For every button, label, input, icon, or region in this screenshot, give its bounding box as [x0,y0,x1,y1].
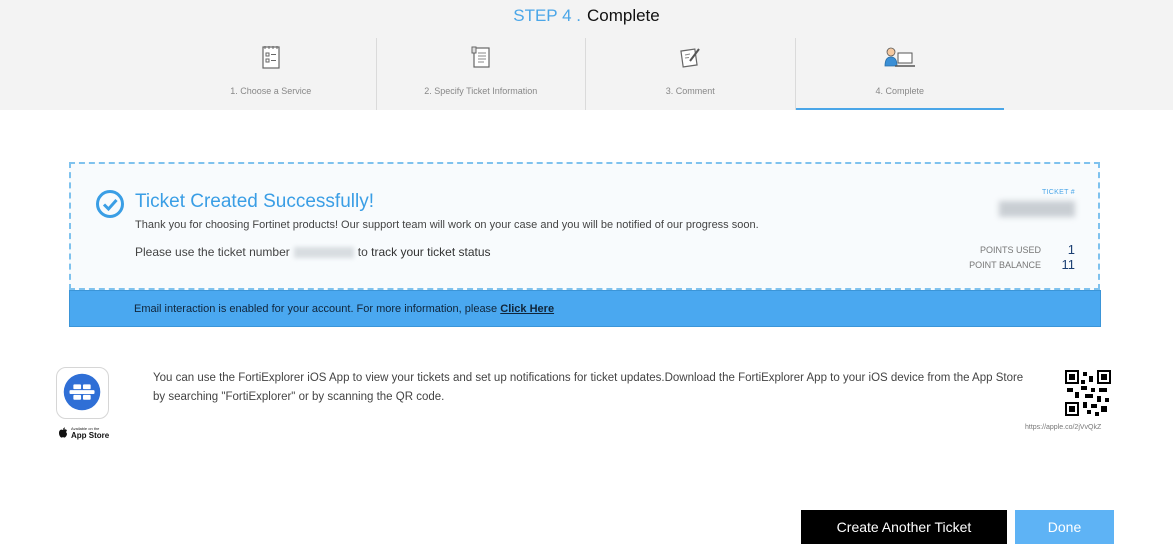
document-icon [471,46,490,68]
click-here-link[interactable]: Click Here [500,303,554,315]
points-summary: POINTS USED 1 POINT BALANCE 11 [969,242,1075,272]
apple-icon [59,427,67,438]
checklist-icon [262,46,280,69]
step-label: 3. Comment [665,86,715,96]
track-prefix: Please use the ticket number [135,245,290,259]
redacted-ticket-number [293,247,354,259]
check-circle-icon [96,190,124,218]
points-used-label: POINTS USED [979,244,1041,255]
track-ticket-link[interactable]: track your ticket status [371,245,490,259]
app-promo-text: You can use the FortiExplorer iOS App to… [153,372,1024,403]
redacted-ticket-id [999,201,1075,217]
ticket-success-panel: Ticket Created Successfully! Thank you f… [69,162,1100,290]
create-another-ticket-button[interactable]: Create Another Ticket [801,510,1007,544]
track-joiner: to [357,245,368,259]
app-store-badge[interactable]: Available on the App Store [56,424,112,442]
step-comment[interactable]: 3. Comment [585,38,795,110]
email-interaction-bar: Email interaction is enabled for your ac… [69,290,1101,327]
success-title: Ticket Created Successfully! [135,191,374,212]
wizard-steps: 1. Choose a Service 2. Specify Ticket In… [166,38,1004,110]
ticket-number-label: TICKET # [1041,189,1075,196]
success-message: Thank you for choosing Fortinet products… [135,219,759,231]
qr-code-icon [1065,370,1111,416]
done-button[interactable]: Done [1015,510,1114,544]
email-bar-text: Email interaction is enabled for your ac… [134,303,554,315]
edit-note-icon [680,48,701,68]
points-used-value: 1 [1067,242,1075,257]
step-choose-service[interactable]: 1. Choose a Service [166,38,376,110]
qr-url: https://apple.co/2jVvQkZ [1025,424,1102,431]
support-agent-icon [884,47,915,67]
track-ticket-line: Please use the ticket number to track you… [135,245,491,259]
fortinet-logo-icon [63,373,101,411]
point-balance-label: POINT BALANCE [969,259,1041,270]
step-label: 2. Specify Ticket Information [424,86,538,96]
badge-big-text: App Store [71,431,110,440]
fortiexplorer-app-icon[interactable] [56,367,109,419]
wizard-header: STEP 4 . Complete 1. Choose a Service 2. … [0,0,1173,110]
step-name: Complete [586,6,660,25]
step-label: 4. Complete [875,86,925,96]
email-bar-message: Email interaction is enabled for your ac… [134,303,498,315]
step-prefix: STEP 4 . [513,6,581,25]
step-ticket-info[interactable]: 2. Specify Ticket Information [375,38,586,110]
step-label: 1. Choose a Service [230,86,312,96]
step-complete[interactable]: 4. Complete [794,38,1005,110]
point-balance-value: 11 [1061,257,1076,272]
step-title: STEP 4 . Complete [0,6,1173,26]
